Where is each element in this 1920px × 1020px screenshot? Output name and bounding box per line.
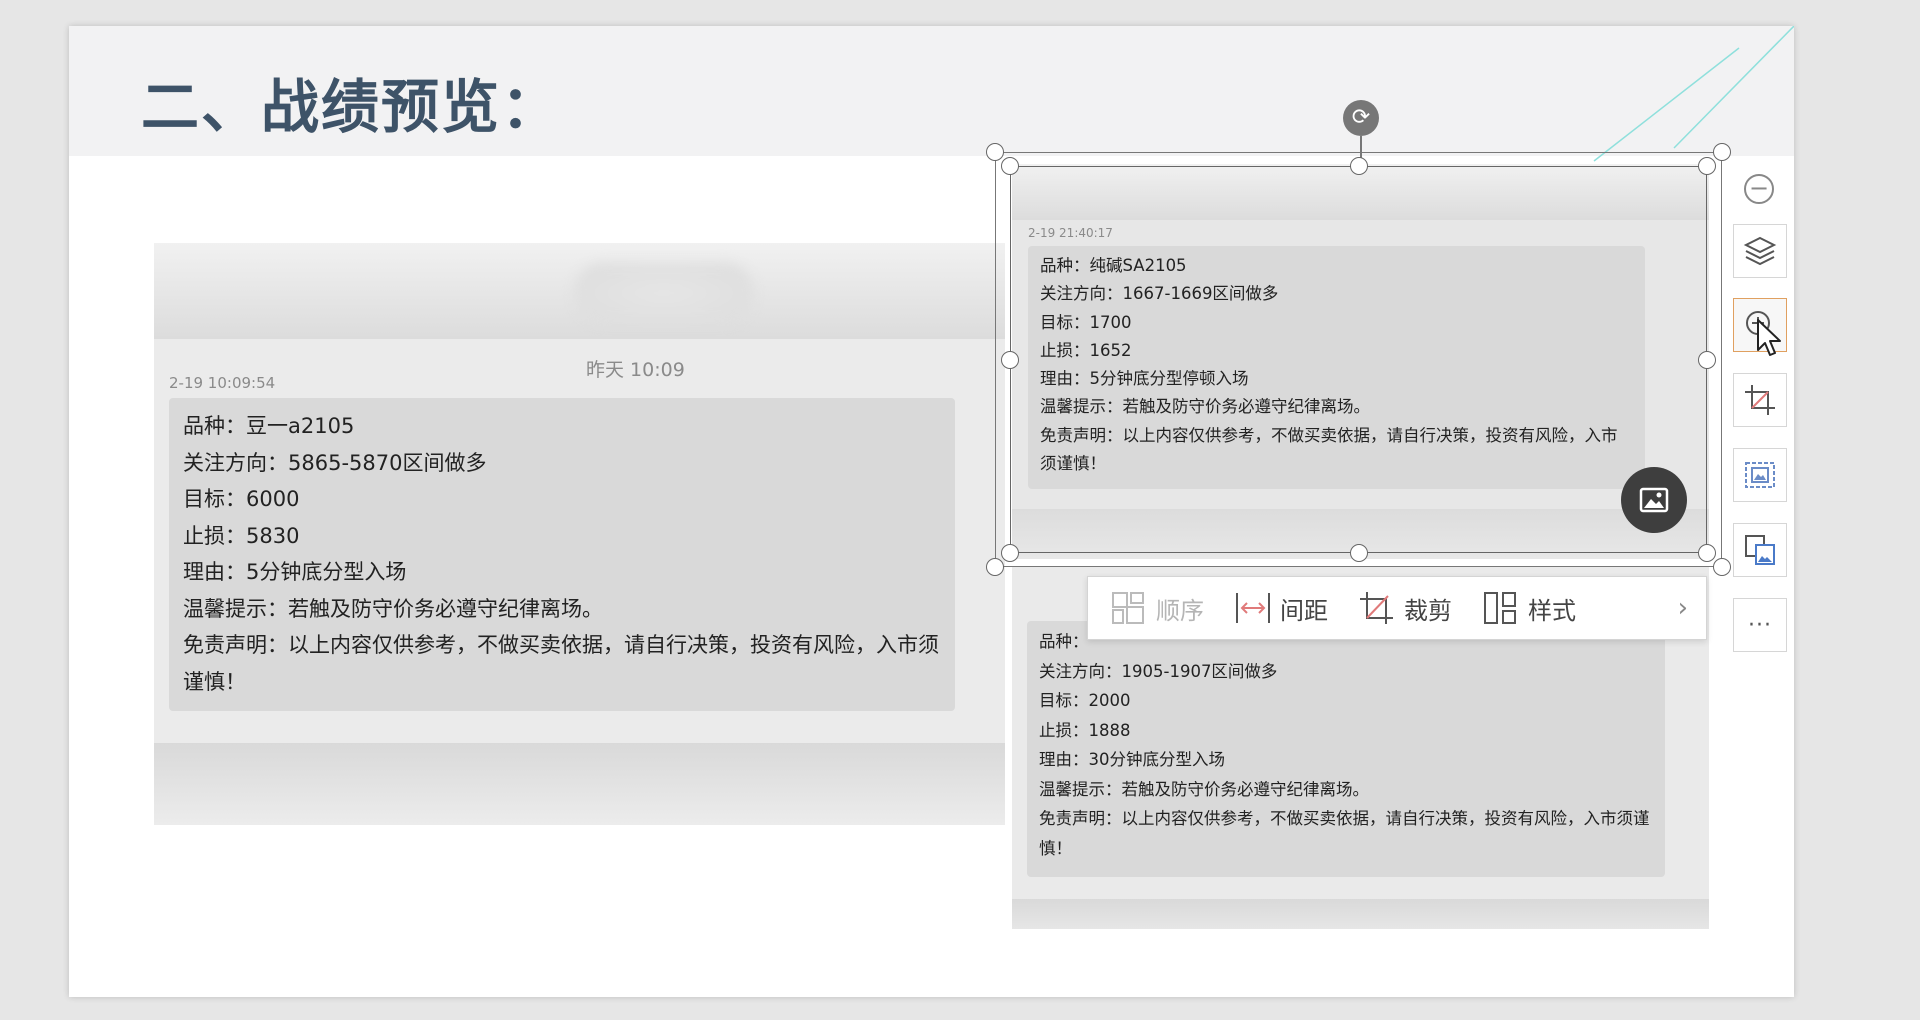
message-line: 止损：5830 <box>183 523 300 548</box>
resize-handle-top-left[interactable] <box>986 143 1004 161</box>
crop-handle-top-left[interactable] <box>1001 157 1019 175</box>
order-icon <box>1112 592 1144 624</box>
image-convert-button[interactable] <box>1733 523 1787 577</box>
crop-handle-bottom-left[interactable] <box>1001 544 1019 562</box>
style-label: 样式 <box>1528 596 1576 625</box>
message-line: 理由：5分钟底分型入场 <box>183 560 407 584</box>
order-label: 顺序 <box>1156 596 1204 625</box>
slide-title[interactable]: 二、战绩预览： <box>141 60 561 144</box>
message-disclaimer: 免责声明：以上内容仅供参考，不做买卖依据，请自行决策，投资有风险，入市须谨慎！ <box>1040 425 1618 474</box>
mouse-cursor-icon <box>1757 319 1781 356</box>
message-line: 品种：纯碱SA2105 <box>1040 256 1187 275</box>
chevron-right-icon[interactable]: › <box>1678 593 1688 623</box>
collapse-icon[interactable]: − <box>1744 174 1774 204</box>
order-button[interactable]: 顺序 <box>1110 590 1204 626</box>
message-bubble: 品种：纯碱SA2105 关注方向：1667-1669区间做多 目标：1700 止… <box>1028 246 1645 489</box>
message-bubble: 品种：豆一a2105 关注方向：5865-5870区间做多 目标：6000 止损… <box>169 398 955 711</box>
blurred-footer <box>1012 899 1709 929</box>
blurred-area <box>574 263 754 323</box>
resize-handle-bottom-right[interactable] <box>1713 558 1731 576</box>
more-icon: ··· <box>1748 612 1772 638</box>
screenshot-image-1[interactable]: 昨天 10:09 2-19 10:09:54 品种：豆一a2105 关注方向：5… <box>154 243 1005 825</box>
message-timestamp: 2-19 10:09:54 <box>169 374 276 392</box>
image-float-toolbar: 顺序 间距 裁剪 样式 › <box>1087 576 1707 640</box>
message-line: 关注方向：5865-5870区间做多 <box>183 450 487 475</box>
message-bubble: 品种： 关注方向：1905-1907区间做多 目标：2000 止损：1888 理… <box>1027 621 1665 877</box>
message-line: 目标：2000 <box>1039 691 1131 710</box>
image-icon[interactable] <box>1621 467 1687 533</box>
message-line: 温馨提示：若触及防守价务必遵守纪律离场。 <box>183 596 603 621</box>
crop-button[interactable]: 裁剪 <box>1358 590 1452 626</box>
crop-handle-right[interactable] <box>1698 351 1716 369</box>
resize-handle-top-right[interactable] <box>1713 143 1731 161</box>
screenshot-image-2[interactable]: 2-19 21:40:17 品种：纯碱SA2105 关注方向：1667-1669… <box>1012 164 1709 559</box>
more-options-button[interactable]: ··· <box>1733 598 1787 652</box>
message-line: 温馨提示：若触及防守价务必遵守纪律离场。 <box>1040 397 1370 417</box>
message-line: 关注方向：1905-1907区间做多 <box>1039 661 1278 681</box>
crop-handle-top-right[interactable] <box>1698 157 1716 175</box>
image-convert-icon <box>1745 535 1775 565</box>
image-edit-button[interactable] <box>1733 448 1787 502</box>
message-line: 理由：30分钟底分型入场 <box>1039 750 1225 769</box>
blurred-footer <box>154 743 1005 825</box>
message-disclaimer: 免责声明：以上内容仅供参考，不做买卖依据，请自行决策，投资有风险，入市须谨慎！ <box>1039 809 1650 858</box>
layers-icon <box>1743 236 1777 266</box>
message-line: 温馨提示：若触及防守价务必遵守纪律离场。 <box>1039 779 1369 799</box>
message-timestamp: 2-19 21:40:17 <box>1028 226 1113 240</box>
crop-handle-top[interactable] <box>1350 157 1368 175</box>
image-frame-icon <box>1745 462 1775 488</box>
slide-canvas[interactable]: 二、战绩预览： 昨天 10:09 2-19 10:09:54 品种：豆一a210… <box>69 26 1794 997</box>
crop-handle-left[interactable] <box>1001 351 1019 369</box>
message-line: 品种：豆一a2105 <box>183 414 355 438</box>
message-line: 止损：1652 <box>1040 340 1132 360</box>
crop-icon <box>1745 385 1775 415</box>
message-line: 关注方向：1667-1669区间做多 <box>1040 284 1279 304</box>
message-disclaimer: 免责声明：以上内容仅供参考，不做买卖依据，请自行决策，投资有风险，入市须谨慎！ <box>183 633 939 694</box>
layers-button[interactable] <box>1733 224 1787 278</box>
chat-time: 昨天 10:09 <box>586 359 685 381</box>
message-line: 目标：6000 <box>183 487 300 511</box>
message-line: 止损：1888 <box>1039 720 1131 740</box>
crop-handle-bottom[interactable] <box>1350 544 1368 562</box>
style-icon <box>1484 592 1516 624</box>
crop-handle-bottom-right[interactable] <box>1698 544 1716 562</box>
style-button[interactable]: 样式 <box>1482 590 1576 626</box>
resize-handle-bottom-left[interactable] <box>986 558 1004 576</box>
message-line: 理由：5分钟底分型停顿入场 <box>1040 369 1249 389</box>
rotate-icon[interactable]: ⟳ <box>1343 100 1379 136</box>
crop-side-button[interactable] <box>1733 373 1787 427</box>
crop-icon <box>1360 592 1393 624</box>
crop-label: 裁剪 <box>1404 596 1452 625</box>
spacing-icon <box>1236 593 1270 623</box>
spacing-button[interactable]: 间距 <box>1234 590 1328 626</box>
message-line: 目标：1700 <box>1040 312 1132 332</box>
spacing-label: 间距 <box>1280 596 1328 625</box>
decorative-lines <box>1593 26 1794 162</box>
